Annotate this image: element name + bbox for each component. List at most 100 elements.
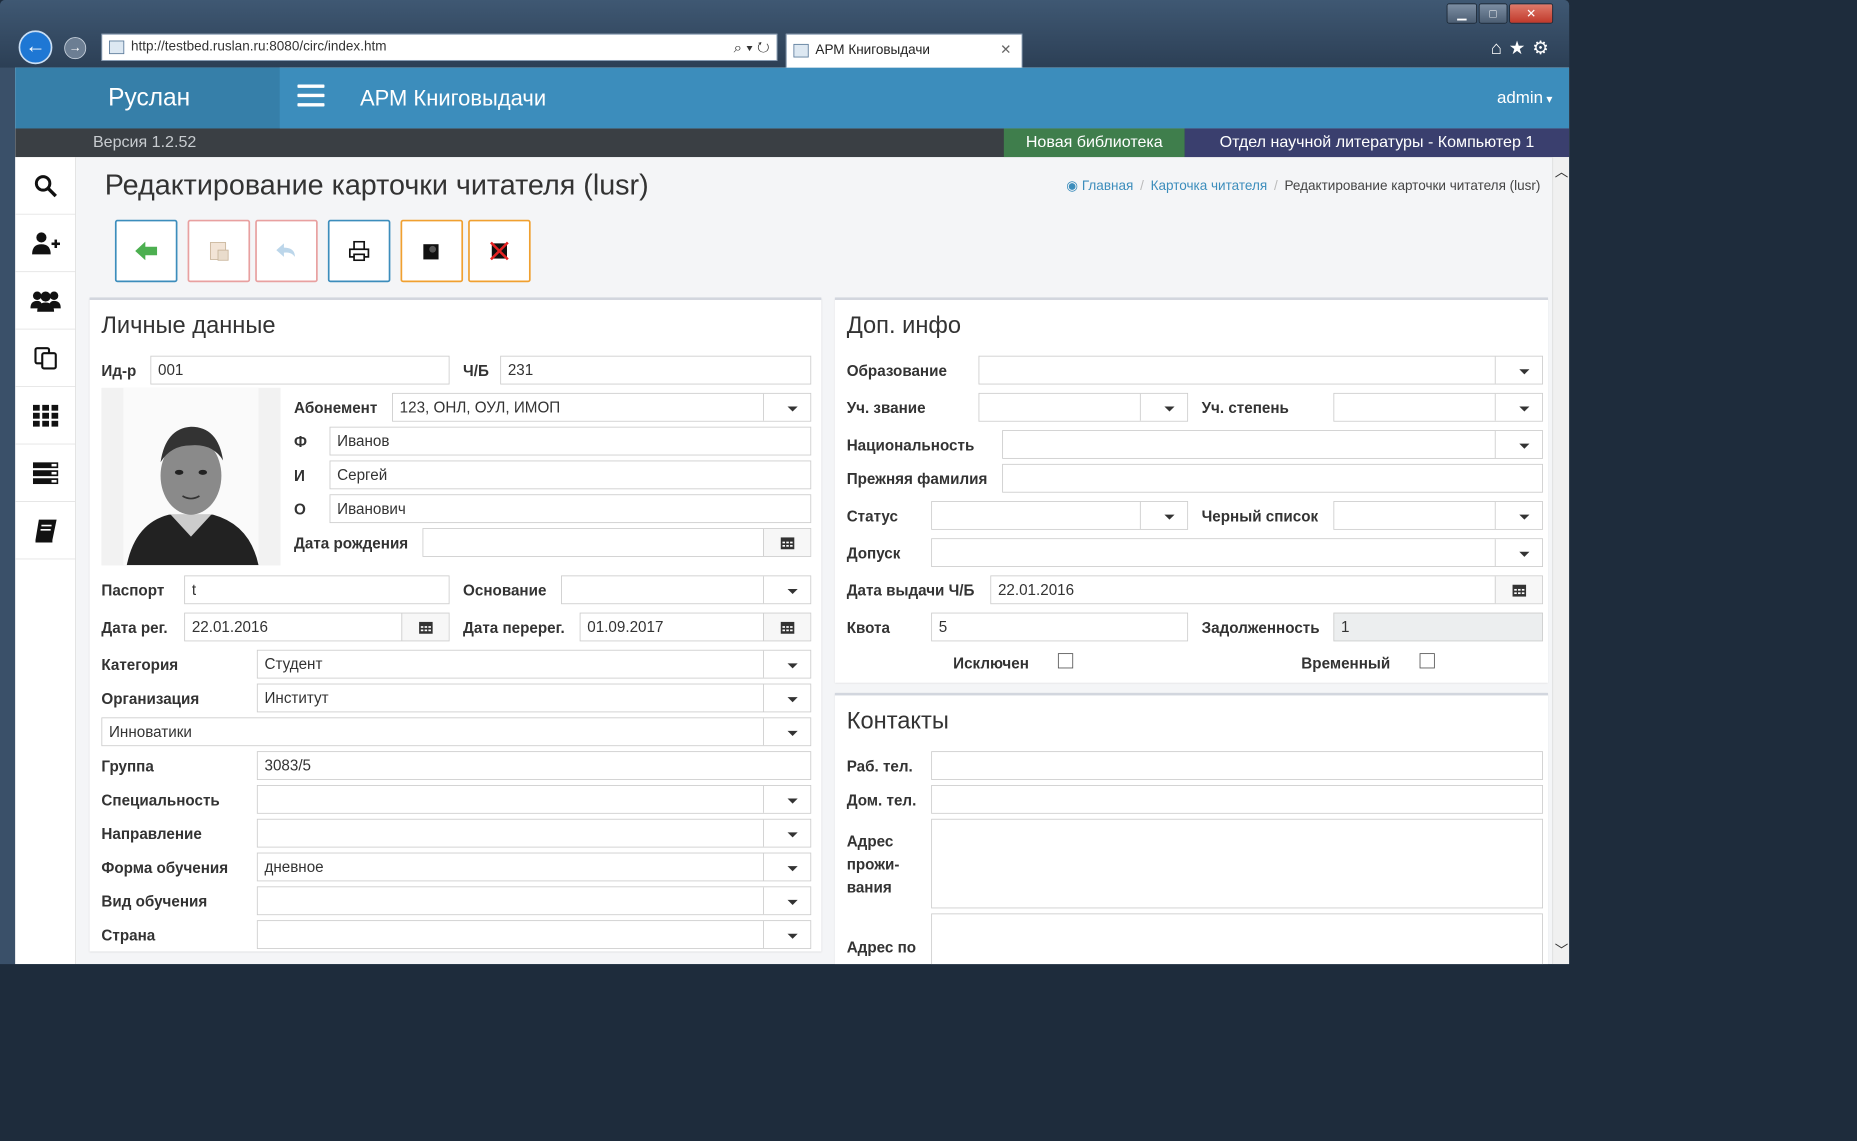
- print-button[interactable]: [327, 219, 391, 283]
- group-input[interactable]: 3083/5: [256, 751, 812, 780]
- sidebar: [15, 157, 77, 965]
- quota-input[interactable]: 5: [931, 612, 1189, 642]
- address-bar[interactable]: http://testbed.ruslan.ru:8080/circ/index…: [101, 33, 778, 61]
- direction-select[interactable]: [256, 818, 812, 848]
- rereg-date-input[interactable]: 01.09.2017: [579, 612, 812, 642]
- rank-label: Уч. звание: [846, 399, 926, 417]
- sidebar-book[interactable]: [15, 502, 76, 560]
- app-title: АРМ Книговыдачи: [359, 85, 547, 111]
- blacklist-label: Черный список: [1201, 507, 1319, 525]
- excluded-checkbox[interactable]: [1057, 653, 1074, 669]
- surname-input[interactable]: Иванов: [329, 426, 812, 456]
- photo-delete-icon: [490, 241, 509, 261]
- list-icon: [32, 461, 58, 484]
- rank-select[interactable]: [978, 392, 1189, 422]
- study-kind-select[interactable]: [256, 886, 812, 916]
- delete-photo-button[interactable]: [468, 219, 531, 283]
- study-kind-label: Вид обучения: [101, 893, 208, 911]
- tab-close-icon[interactable]: ✕: [1000, 35, 1011, 67]
- birth-label: Дата рождения: [294, 534, 409, 552]
- study-form-select[interactable]: дневное: [256, 852, 812, 882]
- minimize-button[interactable]: ▁: [1446, 3, 1478, 24]
- direction-label: Направление: [101, 825, 202, 843]
- photo-button[interactable]: [400, 219, 464, 283]
- specialty-select[interactable]: [256, 785, 812, 814]
- education-select[interactable]: [978, 355, 1543, 385]
- extra-title: Доп. инфо: [846, 311, 962, 338]
- search-icon: [34, 174, 57, 197]
- calendar-icon[interactable]: [763, 613, 811, 641]
- residence-address-textarea[interactable]: [931, 818, 1543, 909]
- close-window-button[interactable]: ✕: [1509, 3, 1554, 24]
- education-label: Образование: [846, 362, 947, 380]
- debt-input: 1: [1333, 612, 1543, 642]
- temporary-checkbox[interactable]: [1419, 653, 1435, 669]
- degree-select[interactable]: [1333, 392, 1543, 422]
- surname-label: Ф: [294, 433, 308, 451]
- app-content: Руслан АРМ Книговыдачи admin Версия 1.2.…: [15, 67, 1570, 965]
- dashboard-icon: ◉: [1066, 179, 1082, 194]
- brand-logo[interactable]: Руслан: [15, 67, 280, 129]
- sidebar-add-reader[interactable]: [15, 215, 76, 273]
- name-input[interactable]: Сергей: [329, 460, 812, 490]
- back-to-card-button[interactable]: [114, 219, 178, 283]
- personal-data-panel: Личные данные Ид-р 001 Ч/Б 231 Абонемент…: [89, 297, 822, 952]
- previous-surname-input[interactable]: [1002, 463, 1543, 493]
- favicon-icon: [109, 40, 125, 55]
- calendar-icon[interactable]: [401, 613, 449, 641]
- nationality-label: Национальность: [846, 436, 975, 454]
- menu-toggle-icon[interactable]: [297, 84, 325, 110]
- scroll-up-icon[interactable]: ︿: [1555, 161, 1569, 181]
- breadcrumb-card[interactable]: Карточка читателя: [1151, 179, 1268, 193]
- reg-date-input[interactable]: 22.01.2016: [184, 612, 450, 642]
- blacklist-select[interactable]: [1333, 501, 1543, 530]
- breadcrumb-current: Редактирование карточки читателя (lusr): [1284, 179, 1541, 194]
- scroll-down-icon[interactable]: ﹀: [1555, 939, 1569, 959]
- category-select[interactable]: Студент: [256, 649, 812, 679]
- abonement-select[interactable]: 123, ОНЛ, ОУЛ, ИМОП: [392, 392, 812, 422]
- passport-input[interactable]: t: [184, 575, 450, 605]
- work-phone-input[interactable]: [931, 751, 1543, 780]
- save-button[interactable]: [187, 219, 251, 283]
- issue-date-input[interactable]: 22.01.2016: [990, 575, 1543, 605]
- calendar-icon[interactable]: [763, 528, 811, 557]
- nationality-select[interactable]: [1002, 430, 1543, 459]
- id-input[interactable]: 001: [150, 355, 450, 385]
- study-form-label: Форма обучения: [101, 859, 229, 877]
- sidebar-copies[interactable]: [15, 330, 76, 388]
- breadcrumb-home[interactable]: Главная: [1082, 179, 1133, 193]
- page-scrollbar[interactable]: ︿ ﹀: [1552, 157, 1570, 965]
- calendar-icon[interactable]: [1494, 576, 1543, 604]
- status-select[interactable]: [931, 501, 1189, 530]
- cb-input[interactable]: 231: [500, 355, 812, 385]
- save-disk-icon: [209, 242, 229, 261]
- category-label: Категория: [101, 656, 179, 674]
- user-menu[interactable]: admin: [1497, 68, 1552, 130]
- contacts-title: Контакты: [846, 707, 949, 734]
- search-refresh-icon[interactable]: ⌕ ▾ ↻: [734, 35, 770, 60]
- birth-date-input[interactable]: [422, 528, 812, 557]
- maximize-button[interactable]: □: [1478, 3, 1508, 24]
- app-header: Руслан АРМ Книговыдачи admin: [15, 67, 1570, 130]
- id-label: Ид-р: [101, 362, 137, 380]
- patronymic-input[interactable]: Иванович: [329, 494, 812, 524]
- home-star-gear-icons[interactable]: ⌂★⚙: [1491, 37, 1556, 59]
- name-label: И: [294, 467, 305, 485]
- basis-select[interactable]: [561, 575, 812, 605]
- registration-address-textarea[interactable]: [931, 913, 1543, 965]
- access-select[interactable]: [931, 538, 1543, 567]
- back-button[interactable]: ←: [18, 30, 53, 65]
- sidebar-readers[interactable]: [15, 272, 76, 330]
- undo-button[interactable]: [255, 219, 318, 283]
- sidebar-list[interactable]: [15, 444, 76, 502]
- work-phone-label: Раб. тел.: [846, 757, 913, 775]
- sidebar-grid[interactable]: [15, 387, 76, 445]
- organization-label: Организация: [101, 690, 200, 708]
- subdivision-select[interactable]: Инноватики: [101, 717, 812, 747]
- sidebar-search[interactable]: [15, 157, 76, 215]
- country-select[interactable]: [256, 920, 812, 949]
- organization-select[interactable]: Институт: [256, 683, 812, 713]
- forward-button[interactable]: →: [64, 37, 87, 60]
- browser-tab[interactable]: АРМ Книговыдачи ✕: [785, 33, 1023, 68]
- home-phone-input[interactable]: [931, 785, 1543, 814]
